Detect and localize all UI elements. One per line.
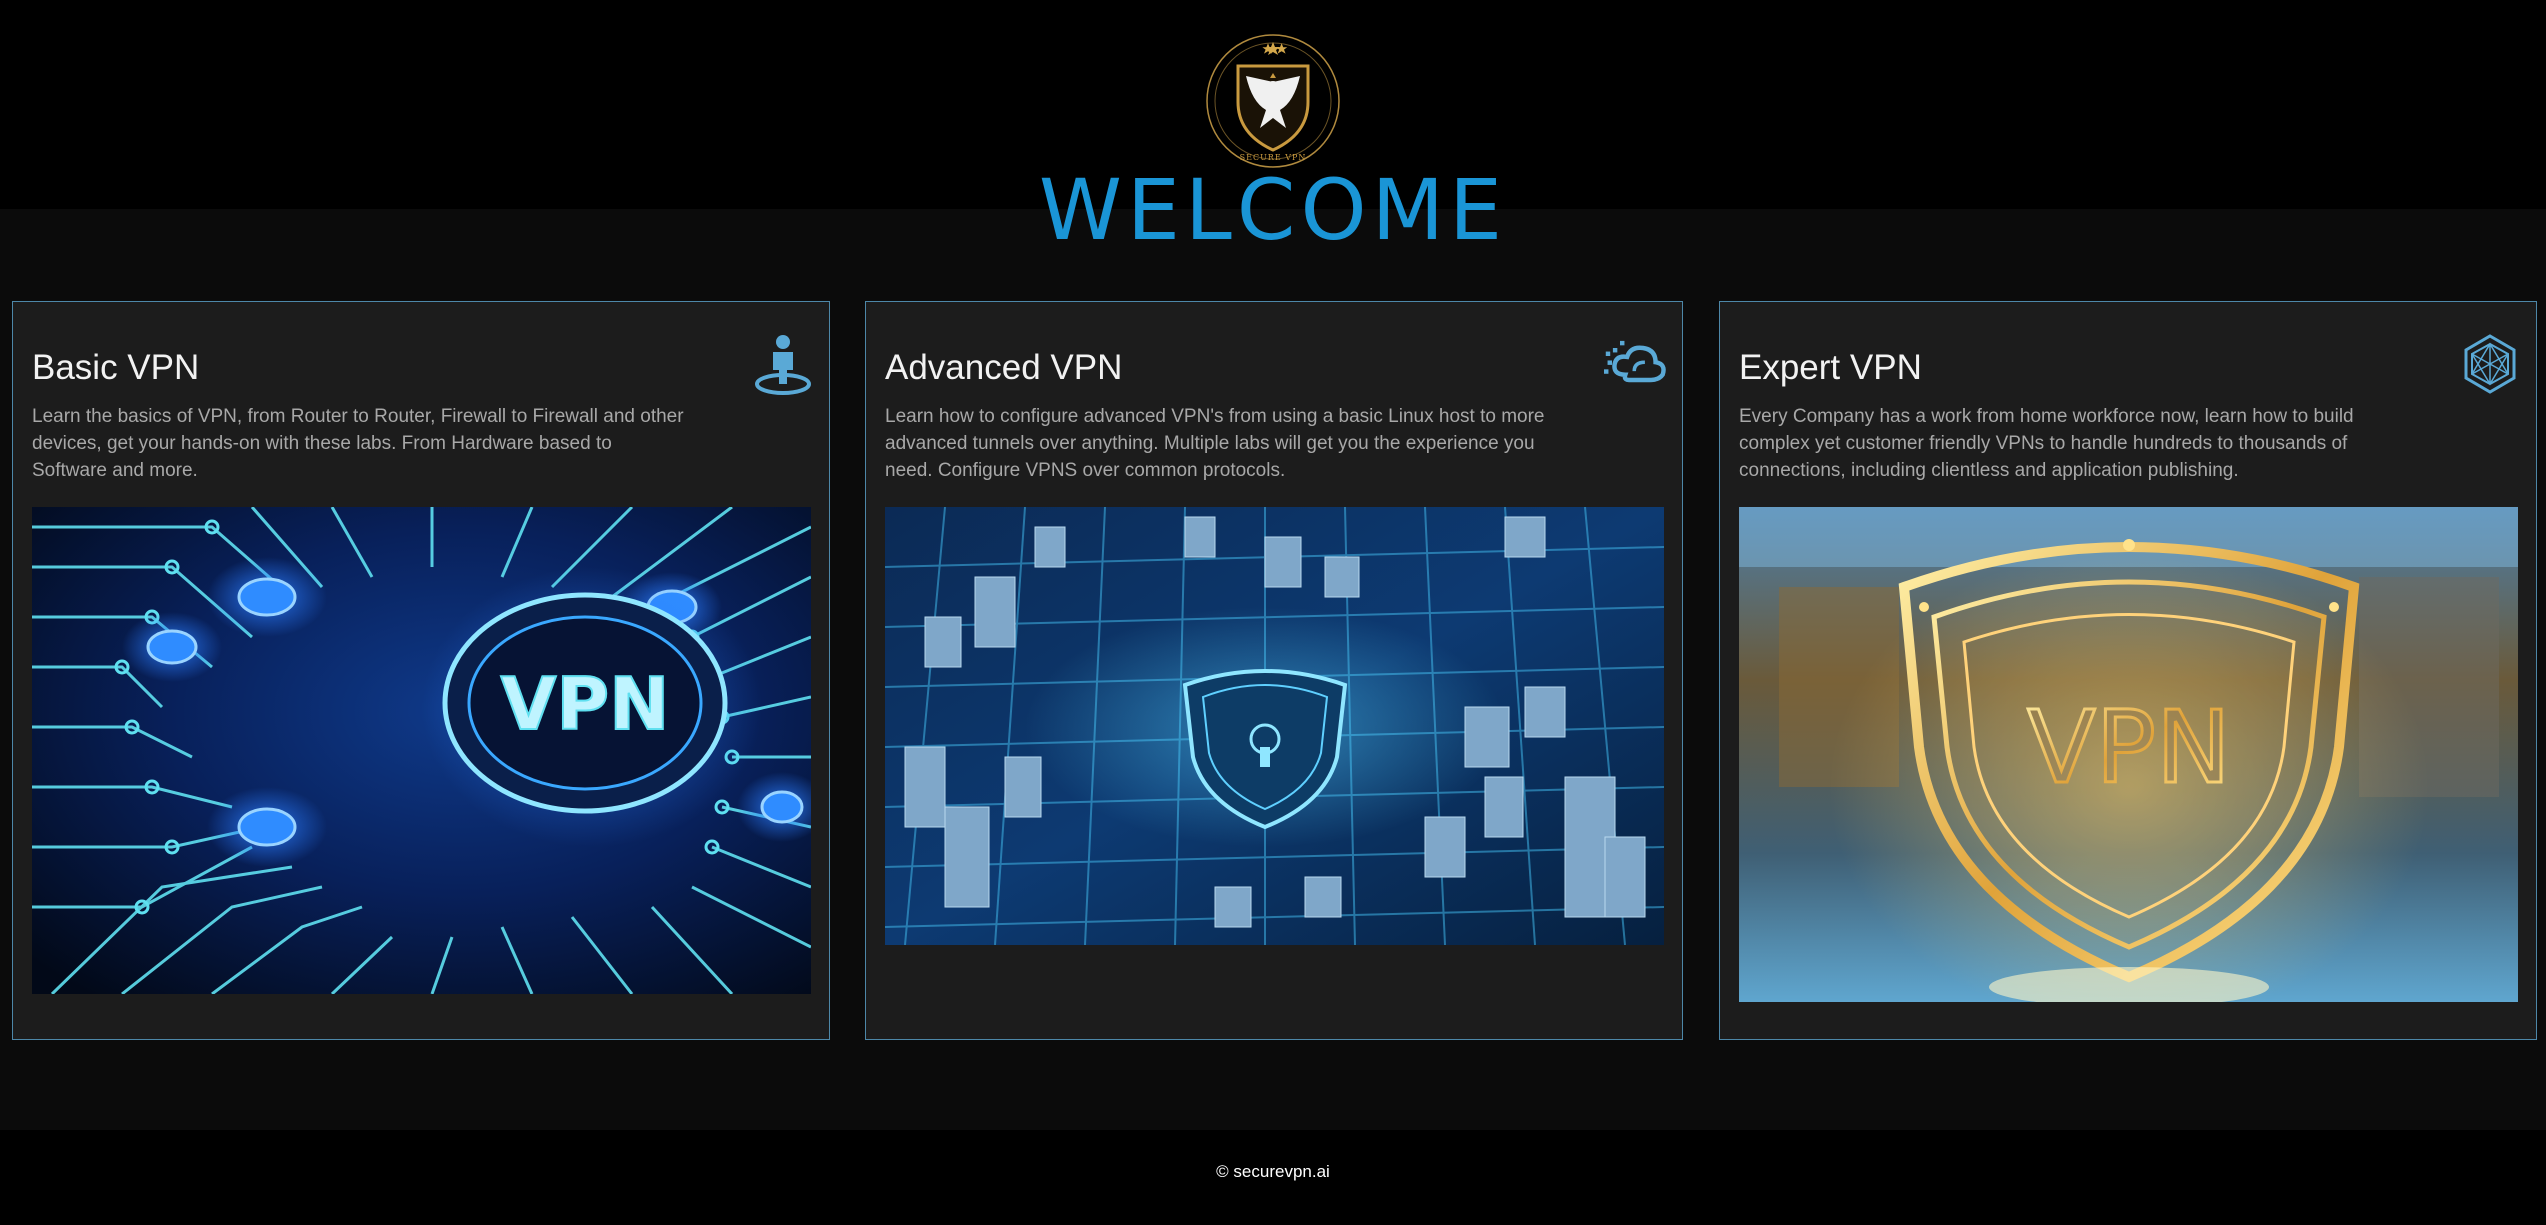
basic-vpn-image: VPN — [32, 507, 811, 994]
page-title: WELCOME — [1038, 161, 1508, 259]
svg-text:VPN: VPN — [501, 662, 670, 746]
card-description: Learn how to configure advanced VPN's fr… — [885, 406, 1545, 481]
card-description: Every Company has a work from home workf… — [1739, 406, 2354, 481]
hexagon-network-icon — [2464, 334, 2516, 394]
card-advanced-vpn[interactable]: Advanced VPN Learn how to configure adva… — [865, 301, 1683, 1040]
card-title: Advanced VPN — [885, 348, 1123, 387]
card-description: Learn the basics of VPN, from Router to … — [32, 406, 684, 481]
user-pin-icon — [755, 335, 811, 395]
expert-vpn-image: VPN — [1739, 507, 2518, 1002]
card-title: Expert VPN — [1739, 348, 1922, 387]
card-basic-vpn[interactable]: Basic VPN Learn the basics of VPN, from … — [12, 301, 830, 1040]
svg-text:VPN: VPN — [2027, 689, 2231, 806]
card-title: Basic VPN — [32, 348, 200, 387]
secure-vpn-logo[interactable]: SECURE VPN — [1204, 32, 1342, 170]
advanced-vpn-image — [885, 507, 1664, 945]
footer: © securevpn.ai — [0, 1130, 2546, 1225]
card-expert-vpn[interactable]: Expert VPN Every Company has a work from… — [1719, 301, 2537, 1040]
cloud-icon — [1604, 340, 1666, 383]
copyright-text: © securevpn.ai — [1216, 1162, 1330, 1181]
